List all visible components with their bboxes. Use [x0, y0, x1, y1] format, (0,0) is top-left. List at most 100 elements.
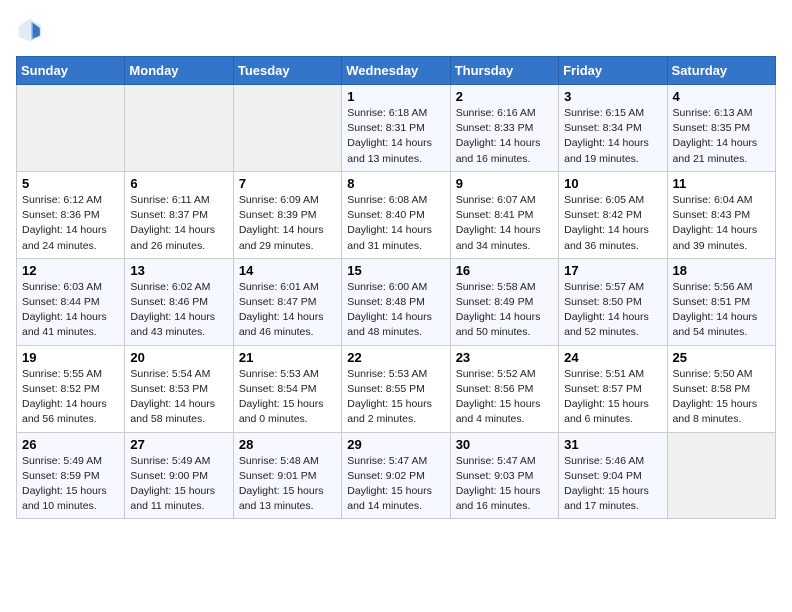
day-info: Sunrise: 6:16 AM Sunset: 8:33 PM Dayligh…: [456, 106, 553, 167]
day-number: 27: [130, 437, 227, 452]
day-info: Sunrise: 5:48 AM Sunset: 9:01 PM Dayligh…: [239, 454, 336, 515]
day-of-week-header: Sunday: [17, 57, 125, 85]
day-number: 18: [673, 263, 770, 278]
calendar-day-cell: 16Sunrise: 5:58 AM Sunset: 8:49 PM Dayli…: [450, 258, 558, 345]
day-info: Sunrise: 5:54 AM Sunset: 8:53 PM Dayligh…: [130, 367, 227, 428]
calendar-day-cell: 18 Sunrise: 5:56 AM Sunset: 8:51 PM Dayli…: [667, 258, 775, 345]
day-info: Sunrise: 5:56 AM Sunset: 8:51 PM Dayligh…: [673, 280, 770, 341]
calendar-day-cell: [125, 85, 233, 172]
day-number: 8: [347, 176, 444, 191]
calendar-day-cell: 7Sunrise: 6:09 AM Sunset: 8:39 PM Daylig…: [233, 171, 341, 258]
calendar-day-cell: 30 Sunrise: 5:47 AM Sunset: 9:03 PM Dayli…: [450, 432, 558, 519]
calendar-day-cell: 2 Sunrise: 6:16 AM Sunset: 8:33 PM Daylig…: [450, 85, 558, 172]
calendar-day-cell: 27 Sunrise: 5:49 AM Sunset: 9:00 PM Dayli…: [125, 432, 233, 519]
calendar-day-cell: [667, 432, 775, 519]
day-info: Sunrise: 5:51 AM Sunset: 8:57 PM Dayligh…: [564, 367, 661, 428]
day-info: Sunrise: 6:18 AM Sunset: 8:31 PM Dayligh…: [347, 106, 444, 167]
day-info: Sunrise: 6:05 AM Sunset: 8:42 PM Dayligh…: [564, 193, 661, 254]
calendar-week-row: 5 Sunrise: 6:12 AM Sunset: 8:36 PM Daylig…: [17, 171, 776, 258]
day-number: 19: [22, 350, 119, 365]
day-of-week-header: Thursday: [450, 57, 558, 85]
day-info: Sunrise: 5:50 AM Sunset: 8:58 PM Dayligh…: [673, 367, 770, 428]
day-info: Sunrise: 5:55 AM Sunset: 8:52 PM Dayligh…: [22, 367, 119, 428]
day-number: 30: [456, 437, 553, 452]
calendar-header: SundayMondayTuesdayWednesdayThursdayFrid…: [17, 57, 776, 85]
day-number: 29: [347, 437, 444, 452]
day-info: Sunrise: 6:08 AM Sunset: 8:40 PM Dayligh…: [347, 193, 444, 254]
page-header: [16, 16, 776, 44]
day-info: Sunrise: 5:53 AM Sunset: 8:55 PM Dayligh…: [347, 367, 444, 428]
calendar-day-cell: 28 Sunrise: 5:48 AM Sunset: 9:01 PM Dayli…: [233, 432, 341, 519]
day-number: 4: [673, 89, 770, 104]
day-info: Sunrise: 6:07 AM Sunset: 8:41 PM Dayligh…: [456, 193, 553, 254]
day-info: Sunrise: 6:02 AM Sunset: 8:46 PM Dayligh…: [130, 280, 227, 341]
day-number: 14: [239, 263, 336, 278]
calendar-day-cell: 17 Sunrise: 5:57 AM Sunset: 8:50 PM Dayli…: [559, 258, 667, 345]
calendar-day-cell: 3 Sunrise: 6:15 AM Sunset: 8:34 PM Daylig…: [559, 85, 667, 172]
calendar-day-cell: 14 Sunrise: 6:01 AM Sunset: 8:47 PM Dayli…: [233, 258, 341, 345]
calendar-day-cell: 9 Sunrise: 6:07 AM Sunset: 8:41 PM Daylig…: [450, 171, 558, 258]
day-number: 25: [673, 350, 770, 365]
calendar-week-row: 1 Sunrise: 6:18 AM Sunset: 8:31 PM Daylig…: [17, 85, 776, 172]
calendar-day-cell: 5 Sunrise: 6:12 AM Sunset: 8:36 PM Daylig…: [17, 171, 125, 258]
calendar-day-cell: [17, 85, 125, 172]
day-number: 21: [239, 350, 336, 365]
day-info: Sunrise: 5:53 AM Sunset: 8:54 PM Dayligh…: [239, 367, 336, 428]
day-info: Sunrise: 6:03 AM Sunset: 8:44 PM Dayligh…: [22, 280, 119, 341]
day-number: 26: [22, 437, 119, 452]
day-number: 7: [239, 176, 336, 191]
calendar-week-row: 26 Sunrise: 5:49 AM Sunset: 8:59 PM Dayli…: [17, 432, 776, 519]
calendar-day-cell: 15Sunrise: 6:00 AM Sunset: 8:48 PM Dayli…: [342, 258, 450, 345]
day-number: 31: [564, 437, 661, 452]
day-number: 17: [564, 263, 661, 278]
calendar-day-cell: 4 Sunrise: 6:13 AM Sunset: 8:35 PM Daylig…: [667, 85, 775, 172]
day-info: Sunrise: 6:00 AM Sunset: 8:48 PM Dayligh…: [347, 280, 444, 341]
day-info: Sunrise: 5:57 AM Sunset: 8:50 PM Dayligh…: [564, 280, 661, 341]
day-number: 24: [564, 350, 661, 365]
calendar-day-cell: 23 Sunrise: 5:52 AM Sunset: 8:56 PM Dayli…: [450, 345, 558, 432]
day-info: Sunrise: 5:58 AM Sunset: 8:49 PM Dayligh…: [456, 280, 553, 341]
day-info: Sunrise: 6:15 AM Sunset: 8:34 PM Dayligh…: [564, 106, 661, 167]
calendar-day-cell: 29 Sunrise: 5:47 AM Sunset: 9:02 PM Dayli…: [342, 432, 450, 519]
calendar-day-cell: 31Sunrise: 5:46 AM Sunset: 9:04 PM Dayli…: [559, 432, 667, 519]
calendar-day-cell: 12 Sunrise: 6:03 AM Sunset: 8:44 PM Dayli…: [17, 258, 125, 345]
calendar-day-cell: 1 Sunrise: 6:18 AM Sunset: 8:31 PM Daylig…: [342, 85, 450, 172]
day-of-week-header: Tuesday: [233, 57, 341, 85]
day-number: 3: [564, 89, 661, 104]
calendar-day-cell: 19 Sunrise: 5:55 AM Sunset: 8:52 PM Dayli…: [17, 345, 125, 432]
day-of-week-header: Monday: [125, 57, 233, 85]
day-number: 6: [130, 176, 227, 191]
calendar-table: SundayMondayTuesdayWednesdayThursdayFrid…: [16, 56, 776, 519]
calendar-week-row: 19 Sunrise: 5:55 AM Sunset: 8:52 PM Dayli…: [17, 345, 776, 432]
day-number: 23: [456, 350, 553, 365]
day-number: 20: [130, 350, 227, 365]
day-info: Sunrise: 6:13 AM Sunset: 8:35 PM Dayligh…: [673, 106, 770, 167]
day-info: Sunrise: 6:01 AM Sunset: 8:47 PM Dayligh…: [239, 280, 336, 341]
day-number: 5: [22, 176, 119, 191]
day-info: Sunrise: 5:49 AM Sunset: 8:59 PM Dayligh…: [22, 454, 119, 515]
calendar-day-cell: 25 Sunrise: 5:50 AM Sunset: 8:58 PM Dayli…: [667, 345, 775, 432]
day-info: Sunrise: 5:47 AM Sunset: 9:03 PM Dayligh…: [456, 454, 553, 515]
day-info: Sunrise: 6:12 AM Sunset: 8:36 PM Dayligh…: [22, 193, 119, 254]
day-info: Sunrise: 5:49 AM Sunset: 9:00 PM Dayligh…: [130, 454, 227, 515]
day-info: Sunrise: 6:04 AM Sunset: 8:43 PM Dayligh…: [673, 193, 770, 254]
logo-icon: [16, 16, 44, 44]
calendar-day-cell: 10Sunrise: 6:05 AM Sunset: 8:42 PM Dayli…: [559, 171, 667, 258]
day-number: 2: [456, 89, 553, 104]
calendar-day-cell: 20 Sunrise: 5:54 AM Sunset: 8:53 PM Dayli…: [125, 345, 233, 432]
day-info: Sunrise: 5:47 AM Sunset: 9:02 PM Dayligh…: [347, 454, 444, 515]
day-number: 1: [347, 89, 444, 104]
day-number: 9: [456, 176, 553, 191]
day-number: 13: [130, 263, 227, 278]
day-number: 22: [347, 350, 444, 365]
calendar-day-cell: 22 Sunrise: 5:53 AM Sunset: 8:55 PM Dayli…: [342, 345, 450, 432]
day-info: Sunrise: 5:52 AM Sunset: 8:56 PM Dayligh…: [456, 367, 553, 428]
day-number: 11: [673, 176, 770, 191]
day-of-week-header: Friday: [559, 57, 667, 85]
calendar-day-cell: 13 Sunrise: 6:02 AM Sunset: 8:46 PM Dayli…: [125, 258, 233, 345]
day-number: 28: [239, 437, 336, 452]
day-info: Sunrise: 6:11 AM Sunset: 8:37 PM Dayligh…: [130, 193, 227, 254]
calendar-day-cell: 11 Sunrise: 6:04 AM Sunset: 8:43 PM Dayli…: [667, 171, 775, 258]
calendar-day-cell: [233, 85, 341, 172]
day-number: 12: [22, 263, 119, 278]
